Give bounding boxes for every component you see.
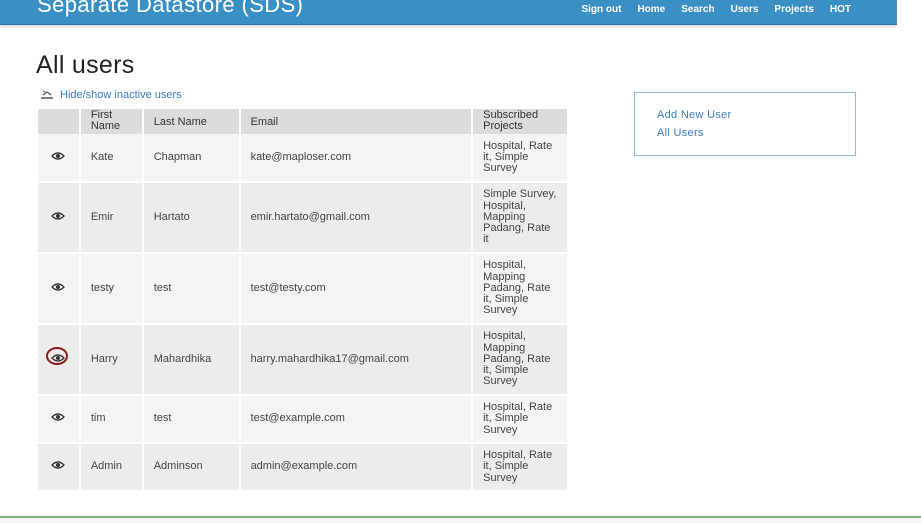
all-users-link[interactable]: All Users <box>657 127 704 139</box>
projects-cell: Simple Survey, Hospital, Mapping Padang,… <box>472 182 569 254</box>
projects-cell: Hospital, Rate it, Simple Survey <box>472 395 569 444</box>
page-title: All users <box>36 51 135 79</box>
last-name-cell: test <box>142 253 241 325</box>
last-name-cell: Adminson <box>142 443 241 492</box>
view-cell <box>38 443 81 492</box>
last-name-header[interactable]: Last Name <box>142 109 241 134</box>
last-name-cell: Chapman <box>142 134 241 183</box>
users-table: First Name Last Name Email Subscribed Pr… <box>38 109 569 492</box>
view-cell <box>38 134 81 183</box>
toggle-icon <box>41 90 53 99</box>
add-new-user-link[interactable]: Add New User <box>657 109 732 121</box>
table-row: tim test test@example.com Hospital, Rate… <box>38 395 569 444</box>
projects-cell: Hospital, Mapping Padang, Rate it, Simpl… <box>472 253 569 325</box>
app-title[interactable]: Separate Datastore (SDS) <box>37 0 303 18</box>
eye-icon[interactable] <box>51 282 66 292</box>
view-cell <box>38 324 81 396</box>
table-header-row: First Name Last Name Email Subscribed Pr… <box>38 109 569 134</box>
email-cell: emir.hartato@gmail.com <box>239 182 474 254</box>
eye-icon[interactable] <box>51 211 66 221</box>
first-name-cell: testy <box>79 253 144 325</box>
projects-cell: Hospital, Rate it, Simple Survey <box>472 134 569 183</box>
user-actions-box: Add New User All Users <box>634 92 856 156</box>
projects-cell: Hospital, Mapping Padang, Rate it, Simpl… <box>472 324 569 396</box>
table-row: Harry Mahardhika harry.mahardhika17@gmai… <box>38 324 569 396</box>
table-row: Admin Adminson admin@example.com Hospita… <box>38 443 569 492</box>
nav-search[interactable]: Search <box>673 3 722 16</box>
eye-icon[interactable] <box>51 151 66 161</box>
email-header[interactable]: Email <box>239 109 474 134</box>
first-name-cell: Harry <box>79 324 144 396</box>
first-name-header[interactable]: First Name <box>79 109 144 134</box>
nav-projects[interactable]: Projects <box>766 3 821 16</box>
main-nav: Sign out Home Search Users Projects HOT <box>573 3 859 16</box>
nav-users[interactable]: Users <box>723 3 767 16</box>
nav-sign-out[interactable]: Sign out <box>573 3 629 16</box>
view-cell <box>38 182 81 254</box>
email-cell: test@example.com <box>239 395 474 444</box>
email-cell: harry.mahardhika17@gmail.com <box>239 324 474 396</box>
projects-header[interactable]: Subscribed Projects <box>472 109 569 134</box>
last-name-cell: test <box>142 395 241 444</box>
projects-cell: Hospital, Rate it, Simple Survey <box>472 443 569 492</box>
first-name-cell: Emir <box>79 182 144 254</box>
first-name-cell: Kate <box>79 134 144 183</box>
hide-show-inactive-link[interactable]: Hide/show inactive users <box>40 89 182 101</box>
hide-show-inactive-label: Hide/show inactive users <box>60 89 182 101</box>
top-navbar: Separate Datastore (SDS) Sign out Home S… <box>0 0 897 25</box>
table-row: Kate Chapman kate@maploser.com Hospital,… <box>38 134 569 183</box>
view-cell <box>38 253 81 325</box>
nav-hot[interactable]: HOT <box>822 3 859 16</box>
email-cell: kate@maploser.com <box>239 134 474 183</box>
window-edge <box>897 0 921 523</box>
table-row: Emir Hartato emir.hartato@gmail.com Simp… <box>38 182 569 254</box>
last-name-cell: Hartato <box>142 182 241 254</box>
view-column-header <box>38 109 81 134</box>
first-name-cell: tim <box>79 395 144 444</box>
last-name-cell: Mahardhika <box>142 324 241 396</box>
eye-icon[interactable] <box>51 460 66 470</box>
first-name-cell: Admin <box>79 443 144 492</box>
footer-strip <box>0 518 921 523</box>
view-cell <box>38 395 81 444</box>
email-cell: admin@example.com <box>239 443 474 492</box>
table-row: testy test test@testy.com Hospital, Mapp… <box>38 253 569 325</box>
nav-home[interactable]: Home <box>629 3 673 16</box>
email-cell: test@testy.com <box>239 253 474 325</box>
eye-icon[interactable] <box>46 346 69 365</box>
eye-icon[interactable] <box>51 412 66 422</box>
